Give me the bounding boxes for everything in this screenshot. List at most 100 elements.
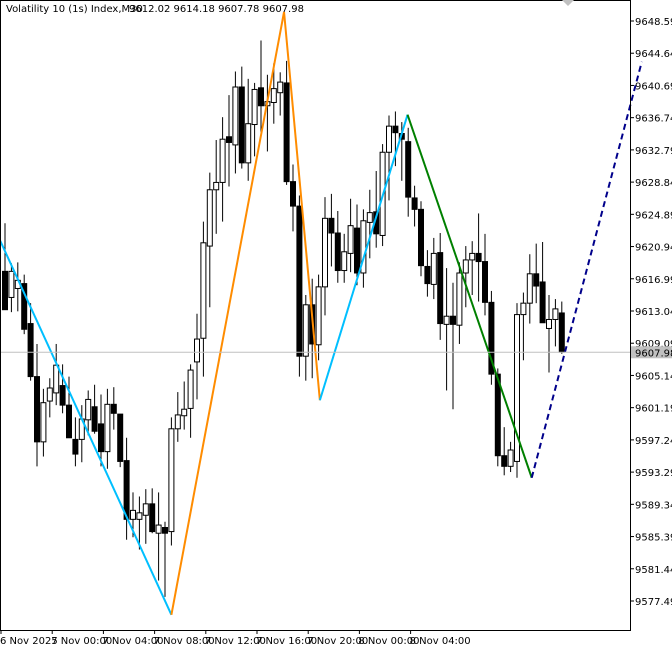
- price-tick-label: 9644.64: [635, 49, 672, 60]
- candle-body-bullish: [40, 402, 47, 443]
- candle-body-bullish: [443, 315, 450, 325]
- candle-body-bullish: [85, 398, 92, 421]
- candle-body-bullish: [251, 88, 258, 126]
- candle-body-bearish: [482, 261, 488, 303]
- candle-body-bearish: [334, 232, 341, 272]
- price-chart[interactable]: 9648.59 9644.64 9640.69 9636.74 9632.79 9628.…: [0, 0, 672, 647]
- candle-body-bearish: [290, 181, 296, 207]
- candle-body-bearish: [162, 527, 168, 534]
- time-tick-label: 6 Nov 2025: [0, 636, 58, 647]
- price-tick-label: 9640.69: [635, 81, 672, 92]
- candle-body-bearish: [539, 281, 546, 324]
- candle-body-bearish: [533, 273, 540, 287]
- candle-body-bullish: [315, 286, 322, 346]
- candle-body-bullish: [136, 512, 143, 520]
- candle-body-bullish: [386, 125, 392, 153]
- candle: [488, 290, 495, 385]
- candle-body-bearish: [91, 406, 98, 432]
- candle-body-bearish: [418, 208, 424, 267]
- candle-body-bearish: [437, 252, 444, 325]
- candle-body-bullish: [174, 414, 181, 430]
- price-tick-label: 9632.79: [635, 146, 672, 157]
- candle-body-bearish: [392, 125, 399, 134]
- candle-body-bearish: [558, 312, 565, 353]
- candle-body-bullish: [366, 212, 373, 223]
- candle-body-bearish: [405, 141, 412, 198]
- price-tick-label: 9620.94: [635, 243, 672, 254]
- chart-header-symbol: Volatility 10 (1s) Index,M30: [6, 4, 143, 15]
- price-tick-label: 9593.29: [635, 468, 672, 479]
- candle-body-bullish: [245, 123, 252, 164]
- candle-body-bearish: [328, 217, 335, 234]
- candle-body-bullish: [232, 86, 239, 146]
- candle-body-bearish: [72, 438, 79, 455]
- candle-body-bullish: [8, 270, 15, 298]
- candle-body-bearish: [424, 265, 431, 285]
- candle-body-bearish: [296, 205, 303, 357]
- candle-body-bullish: [341, 251, 348, 272]
- candle-body-bearish: [238, 86, 245, 164]
- candle-body-bearish: [411, 197, 418, 210]
- candle-body-bullish: [322, 217, 328, 288]
- candle-body-bearish: [110, 403, 117, 414]
- candle: [296, 195, 303, 377]
- candle: [418, 201, 424, 277]
- price-tick-label: 9597.24: [635, 436, 672, 447]
- candle: [168, 417, 175, 546]
- price-tick-label: 9613.04: [635, 307, 672, 318]
- candle-body-bullish: [347, 225, 354, 254]
- candle-body-bullish: [200, 242, 207, 339]
- candle-body-bearish: [123, 460, 130, 520]
- candle: [117, 413, 124, 468]
- candle-body-bearish: [66, 404, 72, 439]
- candle-body-bullish: [270, 88, 277, 103]
- candle-body-bearish: [59, 385, 66, 406]
- candle-body-bullish: [462, 259, 469, 274]
- price-tick-label: 9605.14: [635, 371, 672, 382]
- candle-body-bullish: [552, 308, 559, 320]
- candle-body-bearish: [258, 87, 264, 107]
- chart-background: [0, 0, 672, 647]
- candle-body-bullish: [53, 364, 60, 394]
- current-price-label: 9607.98: [635, 348, 672, 359]
- candle-body-bullish: [194, 338, 200, 363]
- candle-body-bullish: [142, 503, 149, 516]
- price-tick-label: 9585.39: [635, 533, 672, 544]
- candle-body-bearish: [501, 455, 508, 467]
- candle: [21, 274, 28, 335]
- candle-body-bullish: [520, 302, 527, 316]
- candle-body-bearish: [283, 82, 290, 183]
- candle-body-bearish: [2, 270, 8, 311]
- candle-body-bullish: [155, 524, 162, 534]
- candle-body-bearish: [149, 503, 156, 533]
- chart-header-ohlc: 9612.02 9614.18 9607.78 9607.98: [129, 4, 304, 15]
- price-tick-label: 9648.59: [635, 17, 672, 28]
- candle-body-bullish: [46, 387, 53, 402]
- candle-body-bullish: [302, 304, 309, 357]
- time-tick-label: 8 Nov 04:00: [410, 636, 471, 647]
- candle-body-bearish: [27, 323, 34, 378]
- candle-body-bullish: [213, 181, 220, 191]
- candle-body-bullish: [277, 81, 284, 94]
- price-tick-label: 9636.74: [635, 114, 672, 125]
- price-tick-label: 9628.84: [635, 178, 672, 189]
- price-tick-label: 9624.89: [635, 210, 672, 221]
- candle-body-bullish: [104, 403, 111, 453]
- price-tick-label: 9601.19: [635, 404, 672, 415]
- price-tick-label: 9589.34: [635, 500, 672, 511]
- price-tick-label: 9616.99: [635, 275, 672, 286]
- candle-body-bullish: [181, 408, 188, 417]
- candle-body-bearish: [354, 227, 360, 274]
- candle-body-bullish: [187, 369, 194, 409]
- candle-body-bullish: [168, 428, 175, 533]
- candle-body-bearish: [34, 376, 40, 443]
- price-tick-label: 9581.44: [635, 565, 672, 576]
- candle-body-bearish: [117, 413, 124, 462]
- candle-body-bullish: [507, 449, 514, 467]
- candle-body-bullish: [130, 509, 136, 520]
- candle-body-bullish: [469, 252, 476, 261]
- candle-body-bearish: [226, 136, 232, 143]
- candle: [514, 303, 520, 478]
- candle-body-bullish: [430, 252, 437, 285]
- candle-body-bullish: [456, 272, 463, 326]
